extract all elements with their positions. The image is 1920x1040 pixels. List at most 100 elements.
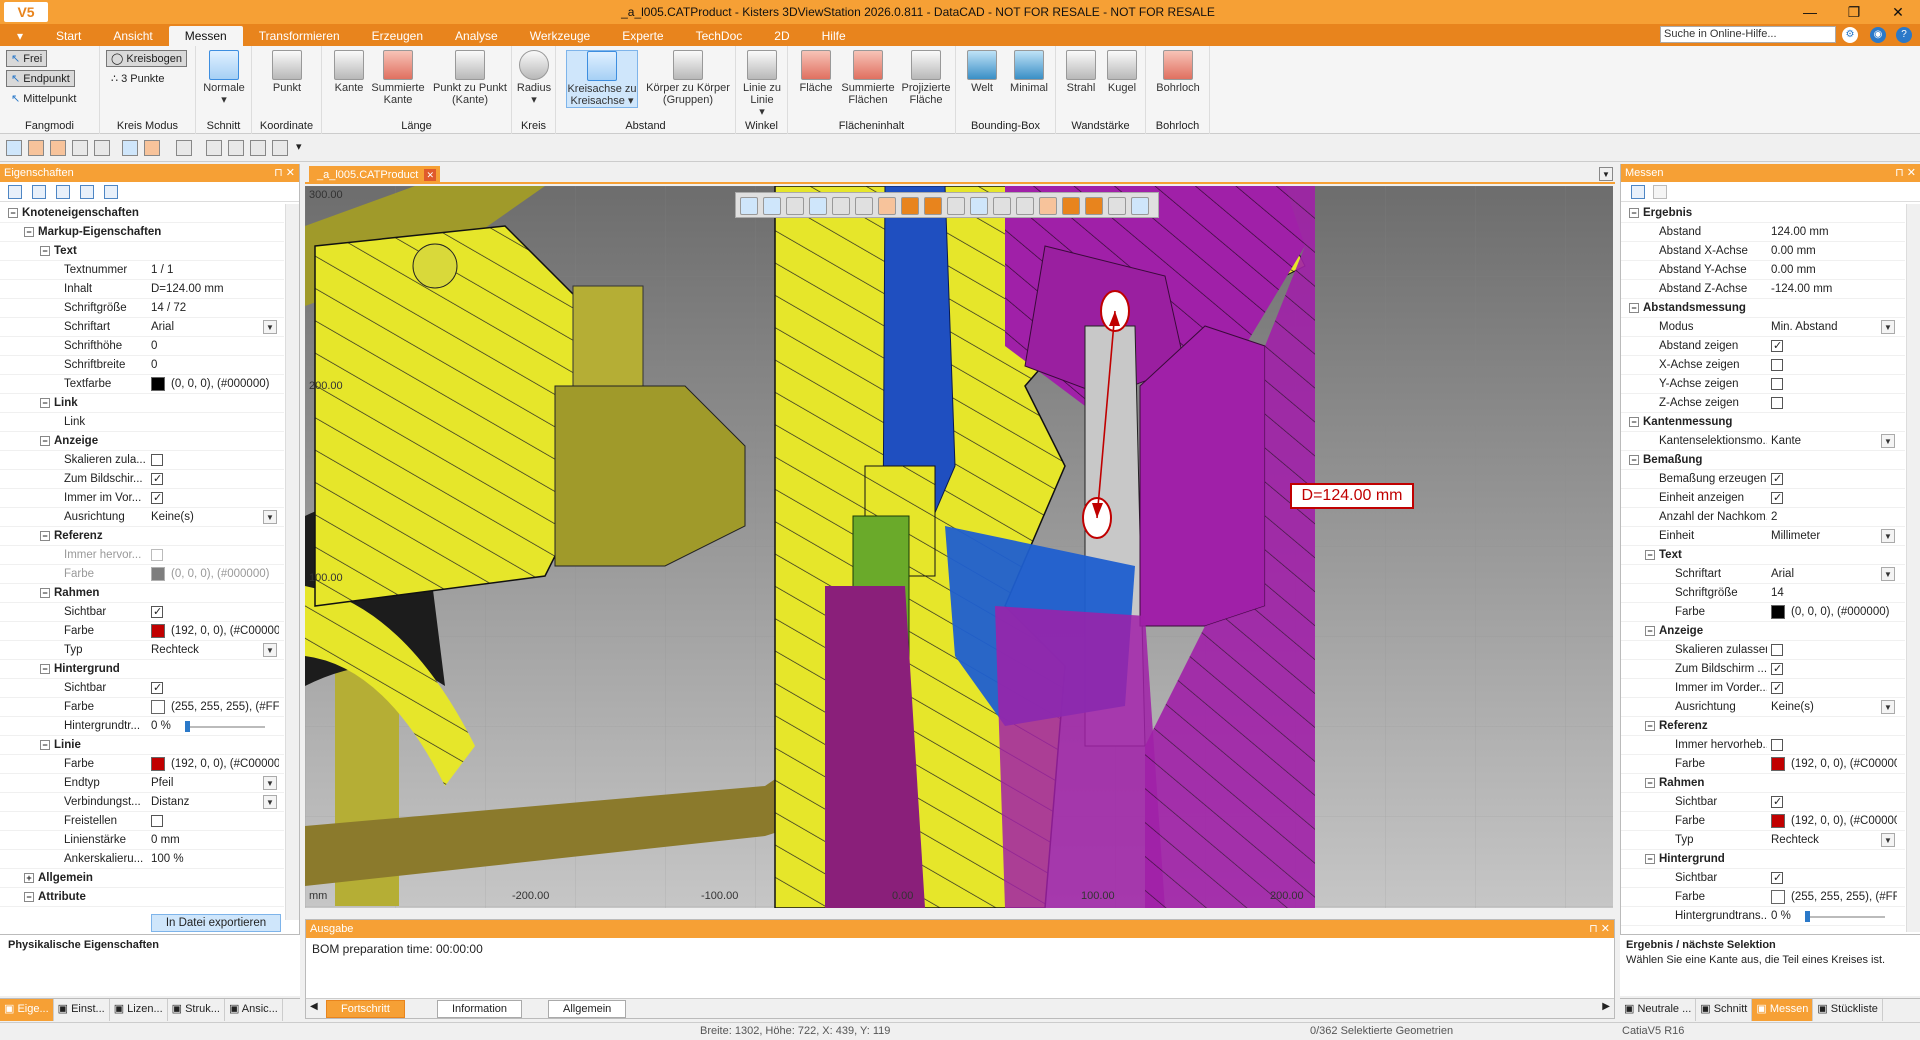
property-value[interactable]: D=124.00 mm (151, 280, 279, 299)
dropdown-arrow-icon[interactable]: ▼ (263, 643, 277, 657)
property-row[interactable]: Schriftart Arial ▼ (0, 318, 284, 337)
property-row[interactable]: Typ Rechteck ▼ (0, 641, 284, 660)
dropdown-arrow-icon[interactable]: ▼ (1881, 434, 1895, 448)
property-category[interactable]: − Referenz (1621, 717, 1905, 736)
property-category[interactable]: − Anzeige (0, 432, 284, 451)
property-value[interactable] (151, 679, 279, 698)
slider-thumb[interactable] (1805, 911, 1810, 922)
measure-icon[interactable] (272, 140, 288, 156)
point2-icon[interactable] (1016, 197, 1034, 215)
dimension-label[interactable]: D=124.00 mm (1290, 483, 1414, 509)
checkbox[interactable] (1771, 470, 1783, 489)
property-value[interactable]: 0.00 mm (1771, 242, 1897, 261)
expander-icon[interactable]: − (1645, 626, 1655, 636)
expander-icon[interactable]: + (24, 873, 34, 883)
property-row[interactable]: Modus Min. Abstand ▼ (1621, 318, 1905, 337)
color-swatch[interactable] (151, 376, 165, 391)
expand-all-icon[interactable] (8, 185, 22, 199)
property-value[interactable]: Millimeter ▼ (1771, 527, 1897, 546)
area-button[interactable]: Fläche (794, 50, 838, 94)
dropdown-arrow-icon[interactable]: ▼ (263, 776, 277, 790)
property-row[interactable]: Schrifthöhe 0 (0, 337, 284, 356)
snap-free-icon[interactable] (740, 197, 758, 215)
property-value[interactable]: (255, 255, 255), (#FFI (151, 698, 279, 717)
menu-tab[interactable]: TechDoc (680, 26, 759, 46)
summed-area-button[interactable]: Summierte Flächen (840, 50, 896, 106)
dropdown-arrow-icon[interactable]: ▼ (1881, 700, 1895, 714)
radius-button[interactable]: Radius ▾ (516, 50, 552, 106)
expander-icon[interactable]: − (40, 740, 50, 750)
property-category[interactable]: − Rahmen (1621, 774, 1905, 793)
filter-icon[interactable] (104, 185, 118, 199)
ray-button[interactable]: Strahl (1062, 50, 1100, 94)
property-value[interactable]: Kante ▼ (1771, 432, 1897, 451)
select-icon[interactable] (6, 140, 22, 156)
restore-button[interactable]: ❐ (1832, 0, 1876, 24)
menu-tab[interactable]: Werkzeuge (514, 26, 606, 46)
axis-icon[interactable] (947, 197, 965, 215)
property-row[interactable]: Verbindungst... Distanz ▼ (0, 793, 284, 812)
expander-icon[interactable]: − (24, 227, 34, 237)
refresh-icon[interactable] (228, 140, 244, 156)
property-value[interactable] (1771, 641, 1897, 660)
property-value[interactable] (151, 451, 279, 470)
property-value[interactable] (151, 470, 279, 489)
scroll-left-icon[interactable]: ◀ (310, 1001, 318, 1012)
distance-icon[interactable] (993, 197, 1011, 215)
color-swatch[interactable] (1771, 604, 1785, 619)
property-category[interactable]: − Attribute (0, 888, 284, 907)
property-row[interactable]: Immer im Vorder... (1621, 679, 1905, 698)
minimal-bbox-button[interactable]: Minimal (1006, 50, 1052, 94)
property-value[interactable] (151, 546, 279, 565)
checkbox[interactable] (151, 603, 163, 622)
tab-list-icon[interactable]: ▼ (1599, 167, 1613, 181)
axis-to-axis-button[interactable]: Kreisachse zu Kreisachse ▾ (566, 50, 638, 108)
property-value[interactable]: -124.00 mm (1771, 280, 1897, 299)
panel-tab[interactable]: ▣ Messen (1752, 999, 1814, 1021)
panel-tab[interactable]: ▣ Eige... (0, 999, 54, 1021)
property-value[interactable] (1771, 679, 1897, 698)
property-row[interactable]: Skalieren zulassen (1621, 641, 1905, 660)
panel-tab[interactable]: ▣ Einst... (54, 999, 110, 1021)
expander-icon[interactable]: − (1629, 208, 1639, 218)
property-value[interactable]: Arial ▼ (151, 318, 279, 337)
property-value[interactable]: 14 (1771, 584, 1897, 603)
property-category[interactable]: − Hintergrund (0, 660, 284, 679)
property-row[interactable]: Farbe (0, 0, 0), (#000000) (0, 565, 284, 584)
scroll-right-icon[interactable]: ▶ (1602, 1001, 1610, 1012)
property-value[interactable] (1771, 660, 1897, 679)
property-value[interactable] (1771, 869, 1897, 888)
property-value[interactable] (151, 812, 279, 831)
menu-tab[interactable]: Experte (606, 26, 679, 46)
help-search-input[interactable]: Suche in Online-Hilfe... (1660, 26, 1836, 43)
rotate-icon[interactable] (28, 140, 44, 156)
property-category[interactable]: − Text (0, 242, 284, 261)
property-row[interactable]: Z-Achse zeigen (1621, 394, 1905, 413)
snap-endpoint-button[interactable]: ↖ Endpunkt (6, 70, 75, 87)
property-value[interactable]: 0 mm (151, 831, 279, 850)
property-row[interactable]: Einheit anzeigen (1621, 489, 1905, 508)
property-row[interactable]: Endtyp Pfeil ▼ (0, 774, 284, 793)
property-row[interactable]: Farbe (192, 0, 0), (#C00000 (0, 755, 284, 774)
expander-icon[interactable]: − (1645, 778, 1655, 788)
property-row[interactable]: Y-Achse zeigen (1621, 375, 1905, 394)
point-icon[interactable] (855, 197, 873, 215)
color-swatch[interactable] (1771, 756, 1785, 771)
dropdown-arrow-icon[interactable]: ▼ (263, 510, 277, 524)
checkbox[interactable] (1771, 377, 1783, 390)
property-row[interactable]: Schriftgröße 14 / 72 (0, 299, 284, 318)
edge-button[interactable]: Kante (326, 50, 372, 94)
menu-tab[interactable]: 2D (758, 26, 805, 46)
expander-icon[interactable]: − (40, 531, 50, 541)
expander-icon[interactable]: − (8, 208, 18, 218)
property-row[interactable]: Zum Bildschir... (0, 470, 284, 489)
zoom-box-icon[interactable] (72, 140, 88, 156)
property-row[interactable]: Zum Bildschirm ... (1621, 660, 1905, 679)
measure-scrollbar[interactable] (1906, 204, 1920, 932)
property-value[interactable]: (255, 255, 255), (#FFI (1771, 888, 1897, 907)
center-icon[interactable] (1108, 197, 1126, 215)
3d-viewport[interactable]: D=124.00 mm 300.00 200.00 100.00 mm -200… (305, 186, 1613, 908)
property-value[interactable]: Keine(s) ▼ (151, 508, 279, 527)
property-value[interactable]: (192, 0, 0), (#C00000 (1771, 812, 1897, 831)
property-value[interactable] (1771, 375, 1897, 394)
